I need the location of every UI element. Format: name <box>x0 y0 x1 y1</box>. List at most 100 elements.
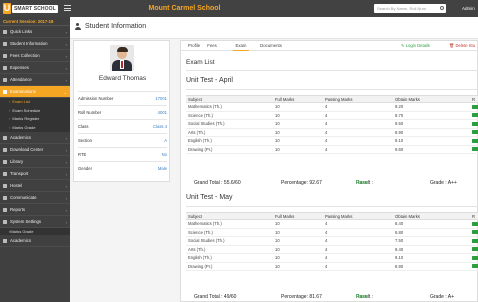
credit-card-icon <box>3 65 7 70</box>
chevron-left-icon: ‹ <box>65 30 67 35</box>
pass-badge <box>472 121 478 126</box>
grand-total: Grand Total : 49/60 <box>194 294 237 300</box>
sidebar-item-fees-collection[interactable]: Fees Collection ‹ <box>0 50 70 62</box>
top-navbar: U SMART SCHOOL Mount Carmel School Admin <box>0 0 478 17</box>
sidebar-subitem-marks-register[interactable]: › Marks Register <box>0 115 70 124</box>
building-icon <box>3 183 7 188</box>
chevron-left-icon: ‹ <box>65 160 67 165</box>
line-chart-icon <box>3 207 7 212</box>
student-name: Edward Thomas <box>98 75 147 82</box>
student-profile-card: Edward Thomas Admission Number 17001 Roll… <box>73 40 170 182</box>
divider <box>186 206 478 207</box>
mortar-board-icon <box>3 238 7 243</box>
sidebar-subitem-marks-grade-bottom[interactable]: ›Marks Grade <box>0 228 70 235</box>
sidebar-item-academics[interactable]: Academics ‹ <box>0 132 70 144</box>
sidebar-item-expenses[interactable]: Expenses ‹ <box>0 62 70 74</box>
info-gender: Gender Male <box>78 161 167 175</box>
exam-summary: Grand Total : 55.6/60 Percentage: 92.67 … <box>194 180 457 186</box>
pass-badge <box>472 113 478 118</box>
pass-badge <box>472 221 478 226</box>
sidebar-item-library[interactable]: Library ‹ <box>0 156 70 168</box>
school-logo[interactable]: U SMART SCHOOL <box>3 2 58 15</box>
sidebar-subitem-exam-schedule[interactable]: › Exam Schedule <box>0 106 70 115</box>
info-section: Section A <box>78 133 167 147</box>
grade: Grade : A++ <box>430 180 457 186</box>
sidebar-item-label: Fees Collection <box>10 53 40 58</box>
table-row: Arts (Th.) 10 4 8.40 <box>186 246 478 254</box>
chevron-left-icon: ‹ <box>65 78 67 83</box>
link-icon <box>3 29 7 34</box>
exam-list-title: Exam List <box>186 59 215 66</box>
search-icon[interactable] <box>440 6 444 10</box>
search-input[interactable] <box>374 4 438 13</box>
delete-student-button[interactable]: 🗑 Delete Stu <box>449 41 475 51</box>
sidebar-item-communicate[interactable]: Communicate ‹ <box>0 192 70 204</box>
sidebar-subitem-exam-list[interactable]: › Exam List <box>0 98 70 107</box>
sidebar-item-download-center[interactable]: Download Center ‹ <box>0 144 70 156</box>
search-box <box>374 4 446 13</box>
page-title: Student Information <box>74 23 146 30</box>
chevron-left-icon: ‹ <box>65 208 67 213</box>
table-row: Mathematics (Th.) 10 4 9.20 <box>186 103 478 112</box>
hamburger-menu-icon[interactable] <box>64 5 71 11</box>
pass-badge <box>472 238 478 243</box>
sidebar-item-label: Academics <box>10 238 32 243</box>
login-details-button[interactable]: ✎ Login Details <box>401 41 430 51</box>
money-icon <box>3 53 7 58</box>
sidebar-item-label: Attendance <box>10 77 32 82</box>
sidebar-item-label: System Settings <box>10 219 42 224</box>
exam-title: Unit Test - May <box>186 194 233 201</box>
sidebar-item-transport[interactable]: Transport ‹ <box>0 168 70 180</box>
info-roll-number: Roll Number 4001 <box>78 105 167 119</box>
table-row: Mathematics (Th.) 10 4 8.40 <box>186 220 478 229</box>
sidebar-item-examinations[interactable]: Examinations ⌄ <box>0 86 70 98</box>
school-name: Mount Carmel School <box>148 5 221 12</box>
exam-title: Unit Test - April <box>186 77 233 84</box>
tab-documents[interactable]: Documents <box>258 41 284 51</box>
chevron-left-icon: ‹ <box>65 172 67 177</box>
sidebar-item-system-settings[interactable]: System Settings ‹ <box>0 216 70 228</box>
chevron-left-icon: ‹ <box>65 66 67 71</box>
table-row: Social Studies (Th.) 10 4 7.50 <box>186 237 478 246</box>
sidebar-item-hostel[interactable]: Hostel ‹ <box>0 180 70 192</box>
exam-table: Subject Full Marks Passing Marks Obtain … <box>186 95 478 154</box>
chevron-left-icon: ‹ <box>65 54 67 59</box>
sidebar-item-student-information[interactable]: Student Information ‹ <box>0 38 70 50</box>
mortar-board-icon <box>3 135 7 140</box>
tab-bar: Profile Fees Exam Documents ✎ Login Deta… <box>181 41 478 51</box>
user-menu[interactable]: Admin <box>462 0 475 17</box>
tab-profile[interactable]: Profile <box>186 41 202 51</box>
sidebar-subitem-marks-grade[interactable]: › Marks Grade <box>0 123 70 132</box>
exam-table: Subject Full Marks Passing Marks Obtain … <box>186 212 478 271</box>
pass-badge <box>472 264 478 269</box>
chevron-left-icon: ‹ <box>65 148 67 153</box>
tab-exam[interactable]: Exam <box>233 41 249 51</box>
percentage: Percentage: 92.67 <box>281 180 322 186</box>
tab-fees[interactable]: Fees <box>205 41 219 51</box>
book-icon <box>3 159 7 164</box>
pass-badge <box>472 247 478 252</box>
sidebar-item-label: Examinations <box>10 89 36 94</box>
table-row: Drawing (Pr.) 10 4 9.60 <box>186 146 478 154</box>
chevron-left-icon: ‹ <box>65 196 67 201</box>
logo-text: SMART SCHOOL <box>12 4 58 13</box>
sidebar-item-label: Quick Links <box>10 29 33 34</box>
percentage: Percentage: 81.67 <box>281 294 322 300</box>
users-icon <box>3 41 7 46</box>
calendar-check-icon <box>3 77 7 82</box>
chevron-down-icon: ⌄ <box>63 90 67 95</box>
sidebar-item-label: Communicate <box>10 195 37 200</box>
sidebar-item-label: Expenses <box>10 65 29 70</box>
pass-badge <box>472 138 478 143</box>
content-header: Student Information <box>70 17 478 39</box>
sidebar-item-label: Download Center <box>10 147 44 152</box>
table-row: Social Studies (Th.) 10 4 9.50 <box>186 120 478 129</box>
sidebar-item-quick-links[interactable]: Quick Links ‹ <box>0 26 70 38</box>
pass-badge <box>472 230 478 235</box>
table-row: English (Th.) 10 4 9.10 <box>186 254 478 263</box>
sidebar-item-academics-bottom[interactable]: Academics <box>0 235 70 247</box>
sidebar-item-reports[interactable]: Reports ‹ <box>0 204 70 216</box>
sidebar-item-attendance[interactable]: Attendance ‹ <box>0 74 70 86</box>
table-row: English (Th.) 10 4 9.10 <box>186 137 478 146</box>
info-rte: RTE No <box>78 147 167 161</box>
